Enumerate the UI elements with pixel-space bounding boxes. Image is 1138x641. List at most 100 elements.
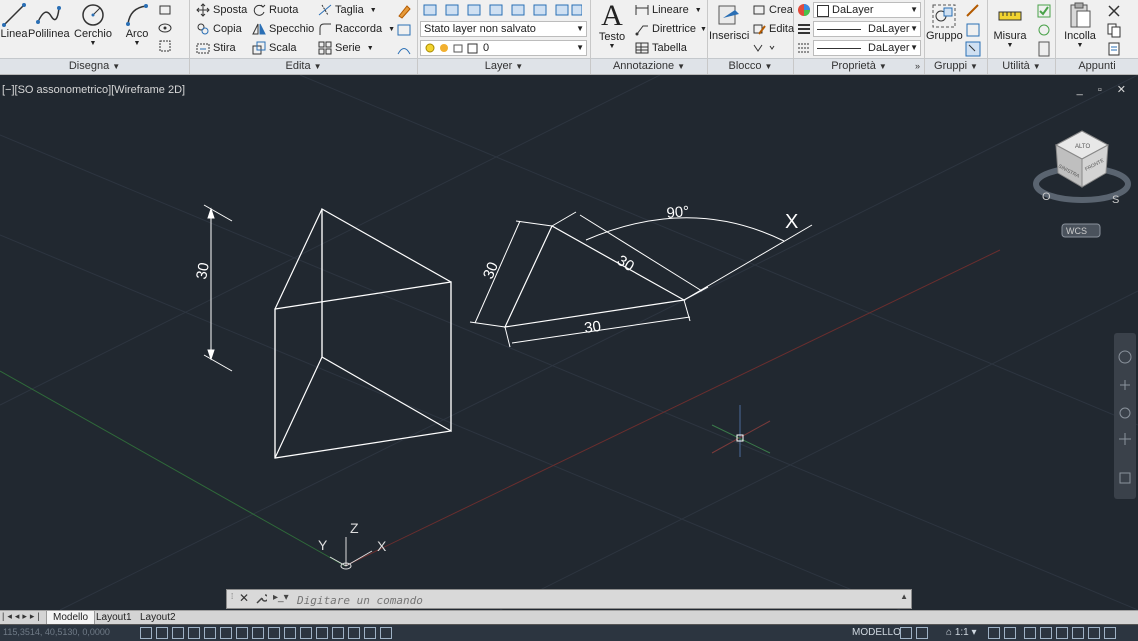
- quick-view-drawings-icon[interactable]: [916, 627, 928, 639]
- base-triangle[interactable]: [503, 225, 686, 328]
- match-properties-icon[interactable]: [797, 3, 811, 17]
- quick-properties-icon[interactable]: [332, 627, 344, 639]
- testo-button[interactable]: A Testo ▼: [594, 1, 630, 51]
- specchio-button[interactable]: Specchio: [252, 22, 314, 36]
- current-layer-combo[interactable]: 0 ▼: [420, 40, 587, 56]
- hardware-acceleration-icon[interactable]: [1056, 627, 1068, 639]
- color-dropdown-icon[interactable]: ▼: [910, 3, 918, 17]
- calculator-icon[interactable]: [1036, 41, 1052, 57]
- raccorda-button[interactable]: Raccorda ▼: [318, 22, 395, 36]
- cut-icon[interactable]: [1106, 3, 1122, 19]
- disegna-panel-title[interactable]: Disegna ▼: [0, 58, 189, 74]
- copia-button[interactable]: Copia: [196, 22, 242, 36]
- copy-clip-icon[interactable]: [1106, 22, 1122, 38]
- blocco-panel-title[interactable]: Blocco ▼: [708, 58, 793, 74]
- ungroup-icon[interactable]: [965, 3, 981, 19]
- lineweight-combo[interactable]: DaLayer ▼: [813, 21, 921, 37]
- crea-block-button[interactable]: Crea: [752, 3, 793, 17]
- navigation-bar[interactable]: [1114, 333, 1136, 499]
- ucs-icon[interactable]: [329, 537, 373, 570]
- taglia-dropdown-icon[interactable]: ▼: [370, 7, 377, 14]
- serie-dropdown-icon[interactable]: ▼: [367, 45, 374, 52]
- polilinea-button[interactable]: Polilinea: [28, 2, 70, 40]
- layer-panel-title[interactable]: Layer ▼: [418, 58, 590, 74]
- workspace-switching-icon[interactable]: [1024, 627, 1036, 639]
- snap-mode-icon[interactable]: [156, 627, 168, 639]
- triangular-prism[interactable]: [274, 207, 452, 459]
- lineweight-toggle-icon[interactable]: [300, 627, 312, 639]
- grid-display-icon[interactable]: [172, 627, 184, 639]
- cerchio-dropdown-icon[interactable]: ▼: [72, 40, 114, 47]
- erase-icon[interactable]: [396, 3, 412, 19]
- clean-screen-icon[interactable]: [1088, 627, 1100, 639]
- stira-button[interactable]: Stira: [196, 41, 236, 55]
- lineare-dropdown-icon[interactable]: ▼: [695, 7, 702, 14]
- incolla-button[interactable]: Incolla ▼: [1060, 2, 1100, 49]
- edita-block-button[interactable]: Edita: [752, 22, 794, 36]
- move-gizmo-icon[interactable]: [380, 627, 392, 639]
- group-select-icon[interactable]: [965, 41, 981, 57]
- quick-select-icon[interactable]: [1036, 3, 1052, 19]
- explode-icon[interactable]: [396, 22, 412, 38]
- status-bar-menu-icon[interactable]: [1104, 627, 1116, 639]
- inserisci-button[interactable]: Inserisci: [709, 2, 749, 42]
- annotation-scale[interactable]: ⌂ 1:1 ▾: [946, 627, 977, 638]
- color-combo[interactable]: DaLayer ▼: [813, 2, 921, 18]
- model-space-toggle[interactable]: MODELLO: [852, 627, 901, 638]
- proprieta-panel-title[interactable]: Proprietà ▼»: [794, 58, 924, 74]
- edita-panel-title[interactable]: Edita ▼: [190, 58, 417, 74]
- tab-layout2[interactable]: Layout2: [134, 611, 182, 624]
- layer-state-combo[interactable]: Stato layer non salvato ▼: [420, 21, 587, 37]
- infer-constraints-icon[interactable]: [140, 627, 152, 639]
- annotation-monitor-icon[interactable]: [364, 627, 376, 639]
- transparency-icon[interactable]: [316, 627, 328, 639]
- direttrice-dropdown-icon[interactable]: ▼: [700, 26, 707, 33]
- 3d-osnap-icon[interactable]: [236, 627, 248, 639]
- linetype-combo[interactable]: DaLayer ▼: [813, 40, 921, 56]
- region-icon[interactable]: [158, 39, 172, 53]
- drawing-viewport[interactable]: [−][SO assonometrico][Wireframe 2D] _ ▫ …: [0, 75, 1138, 610]
- current-layer-dropdown-icon[interactable]: ▼: [576, 41, 584, 55]
- group-edit-icon[interactable]: [965, 22, 981, 38]
- block-attributes-icon[interactable]: [752, 41, 778, 55]
- viewcube[interactable]: [1033, 130, 1131, 203]
- object-snap-icon[interactable]: [220, 627, 232, 639]
- linea-button[interactable]: Linea: [0, 2, 28, 40]
- id-point-icon[interactable]: [1036, 22, 1052, 38]
- gruppo-button[interactable]: Gruppo: [926, 2, 963, 42]
- lineare-button[interactable]: Lineare ▼: [635, 3, 702, 17]
- annotazione-panel-title[interactable]: Annotazione ▼: [591, 58, 707, 74]
- linetype-dropdown-icon[interactable]: ▼: [910, 41, 918, 55]
- object-snap-tracking-icon[interactable]: [252, 627, 264, 639]
- scala-button[interactable]: Scala: [252, 41, 297, 55]
- misura-dropdown-icon[interactable]: ▼: [990, 42, 1030, 49]
- testo-dropdown-icon[interactable]: ▼: [594, 43, 630, 50]
- direttrice-button[interactable]: Direttrice ▼: [635, 22, 707, 36]
- ruota-button[interactable]: Ruota: [252, 3, 298, 17]
- arco-button[interactable]: Arco ▼: [118, 2, 156, 47]
- selection-cycling-icon[interactable]: [348, 627, 360, 639]
- utilita-panel-title[interactable]: Utilità ▼: [988, 58, 1055, 74]
- taglia-button[interactable]: Taglia ▼: [318, 3, 377, 17]
- recent-commands-icon[interactable]: ▸_▾: [273, 592, 289, 603]
- customize-wrench-icon[interactable]: [255, 593, 267, 605]
- arco-dropdown-icon[interactable]: ▼: [118, 40, 156, 47]
- close-command-icon[interactable]: ✕: [239, 591, 249, 605]
- sposta-button[interactable]: Sposta: [196, 3, 247, 17]
- tab-scroll-arrows[interactable]: |◂◂▸▸|: [2, 611, 43, 622]
- lineweight-dropdown-icon[interactable]: ▼: [910, 22, 918, 36]
- copy-base-icon[interactable]: [1106, 41, 1122, 57]
- gruppi-panel-title[interactable]: Gruppi ▼: [925, 58, 987, 74]
- dynamic-input-icon[interactable]: [284, 627, 296, 639]
- tab-modello[interactable]: Modello: [46, 611, 96, 625]
- hatch-icon[interactable]: [158, 21, 172, 35]
- isolate-objects-icon[interactable]: [1072, 627, 1084, 639]
- auto-scale-icon[interactable]: [1004, 627, 1016, 639]
- rectangle-icon[interactable]: [158, 3, 172, 17]
- layer-state-dropdown-icon[interactable]: ▼: [576, 22, 584, 36]
- serie-button[interactable]: Serie ▼: [318, 41, 374, 55]
- grip-icon[interactable]: ⁞: [231, 592, 233, 601]
- tab-layout1[interactable]: Layout1: [90, 611, 138, 624]
- quick-view-layouts-icon[interactable]: [900, 627, 912, 639]
- raccorda-dropdown-icon[interactable]: ▼: [388, 26, 395, 33]
